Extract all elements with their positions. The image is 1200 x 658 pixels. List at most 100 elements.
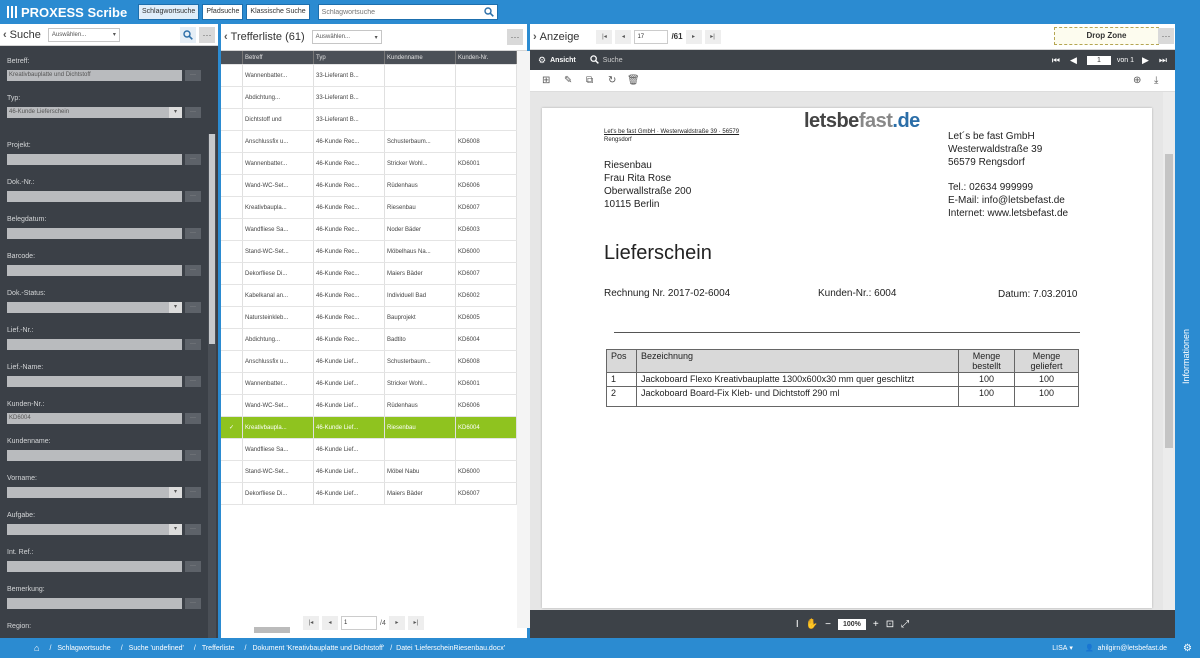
field-options-button[interactable]: ··· — [185, 450, 201, 461]
last-page-icon[interactable]: ⏭ — [1159, 55, 1167, 66]
hit-input[interactable]: 17 — [634, 29, 669, 44]
table-row[interactable]: Kreativbaupla... 46-Kunde Rec... Riesenbau… — [221, 197, 517, 219]
annotation-icon[interactable]: ✎ — [564, 75, 572, 86]
hand-icon[interactable]: ✋ — [806, 619, 818, 630]
delete-icon[interactable]: 🗑 — [627, 75, 640, 86]
search-more-button[interactable]: ··· — [199, 26, 215, 43]
result-hscrollbar-thumb[interactable] — [254, 627, 290, 633]
field-options-button[interactable]: ··· — [185, 524, 201, 535]
left-scrollbar[interactable] — [208, 134, 216, 638]
chevron-down-icon[interactable]: ▾ — [169, 107, 182, 118]
zoom-in-icon[interactable]: + — [873, 619, 879, 630]
field-options-button[interactable]: ··· — [185, 191, 201, 202]
table-row[interactable]: Anschlussfix u... 46-Kunde Rec... Schuster… — [221, 131, 517, 153]
prev-hit-button[interactable]: ◂ — [615, 29, 632, 44]
breadcrumb-item[interactable]: Suche 'undefined' — [129, 645, 184, 652]
info-sidebar-label[interactable]: Informationen — [1181, 329, 1191, 384]
language-selector[interactable]: LISA — [1052, 645, 1067, 652]
prev-page-button[interactable]: ◂ — [322, 616, 338, 630]
search-field-input[interactable] — [7, 265, 182, 276]
table-row[interactable]: Dekorfliese Di... 46-Kunde Lief... Maiers … — [221, 483, 517, 505]
tab-klassische-suche[interactable]: Klassische Suche — [246, 4, 310, 20]
search-field-input[interactable]: KD6004 — [7, 413, 182, 424]
field-options-button[interactable]: ··· — [185, 70, 201, 81]
chevron-down-icon[interactable]: ▾ — [169, 524, 182, 535]
first-hit-button[interactable]: |◂ — [596, 29, 613, 44]
breadcrumb-item[interactable]: Schlagwortsuche — [57, 645, 110, 652]
fit-page-icon[interactable]: ⊡ — [886, 619, 894, 630]
table-row[interactable]: Wannenbatter... 46-Kunde Lief... Stricker … — [221, 373, 517, 395]
search-field-input[interactable] — [7, 561, 182, 572]
search-field-input[interactable] — [7, 598, 182, 609]
layout-icon[interactable]: ⧉ — [586, 75, 593, 86]
table-row[interactable]: Wannenbatter... 46-Kunde Rec... Stricker W… — [221, 153, 517, 175]
download-icon[interactable]: ⤓ — [1154, 75, 1158, 86]
collapse-left-icon[interactable]: ‹ — [3, 29, 7, 41]
page-input[interactable]: 1 — [341, 616, 377, 630]
page-number-input[interactable]: 1 — [1086, 55, 1111, 65]
search-field-input[interactable] — [7, 524, 169, 535]
zoom-out-icon[interactable]: − — [825, 619, 831, 630]
next-page-icon[interactable]: ▶ — [1142, 55, 1149, 66]
table-row[interactable]: Natursteinkleb... 46-Kunde Rec... Bauproje… — [221, 307, 517, 329]
search-field-input[interactable] — [7, 487, 169, 498]
field-options-button[interactable]: ··· — [185, 339, 201, 350]
viewer-more-button[interactable]: ··· — [1158, 28, 1174, 44]
table-row[interactable]: Abdichtung... 46-Kunde Rec... Badtito KD600… — [221, 329, 517, 351]
expand-viewer-icon[interactable]: › — [533, 31, 537, 43]
search-icon[interactable] — [481, 5, 497, 19]
table-row[interactable]: Wannenbatter... 33-Lieferant B... — [221, 65, 517, 87]
top-search-input[interactable] — [318, 5, 481, 19]
search-button[interactable] — [180, 26, 196, 43]
text-cursor-icon[interactable]: I — [796, 619, 799, 630]
breadcrumb-item[interactable]: Dokument 'Kreativbauplatte und Dichtstof… — [252, 645, 384, 652]
next-hit-button[interactable]: ▸ — [685, 29, 702, 44]
search-field-input[interactable]: Kreativbauplatte und Dichtstoff — [7, 70, 182, 81]
first-page-button[interactable]: |◂ — [303, 616, 319, 630]
last-hit-button[interactable]: ▸| — [704, 29, 721, 44]
field-options-button[interactable]: ··· — [185, 487, 201, 498]
info-sidebar[interactable]: Informationen — [1175, 24, 1200, 638]
table-row[interactable]: Wandfliese Sa... 46-Kunde Rec... Noder Bäd… — [221, 219, 517, 241]
drop-zone[interactable]: Drop Zone — [1054, 27, 1159, 45]
user-menu[interactable]: ahilgirn@letsbefast.de — [1098, 645, 1167, 652]
collapse-middle-icon[interactable]: ‹ — [224, 31, 228, 43]
home-icon[interactable]: ⌂ — [34, 643, 39, 653]
zoom-level[interactable]: 100% — [837, 618, 866, 630]
result-more-button[interactable]: ··· — [507, 29, 523, 45]
rotate-icon[interactable]: ↻ — [608, 75, 616, 86]
table-row[interactable]: Dekorfliese Di... 46-Kunde Rec... Maiers B… — [221, 263, 517, 285]
field-options-button[interactable]: ··· — [185, 154, 201, 165]
field-options-button[interactable]: ··· — [185, 107, 201, 118]
search-field-input[interactable] — [7, 154, 182, 165]
prev-page-icon[interactable]: ◀ — [1070, 55, 1077, 66]
table-row[interactable]: ✓ Kreativbaupla... 46-Kunde Lief... Riesenb… — [221, 417, 517, 439]
tab-schlagwortsuche[interactable]: Schlagwortsuche — [138, 4, 200, 20]
search-field-input[interactable] — [7, 191, 182, 202]
field-options-button[interactable]: ··· — [185, 302, 201, 313]
search-field-input[interactable]: 46-Kunde Lieferschein — [7, 107, 169, 118]
document-search[interactable]: Suche — [603, 57, 623, 64]
result-scrollbar[interactable] — [517, 51, 530, 628]
chevron-down-icon[interactable]: ▾ — [169, 487, 182, 498]
column-header[interactable]: Typ — [314, 51, 385, 64]
thumbnails-icon[interactable]: ⊞ — [542, 75, 550, 86]
breadcrumb-item[interactable]: Datei 'LieferscheinRiesenbau.docx' — [396, 645, 505, 652]
search-preset-dropdown[interactable]: Auswählen... ▾ — [47, 27, 120, 42]
table-row[interactable]: Wandfliese Sa... 46-Kunde Lief... — [221, 439, 517, 461]
table-row[interactable]: Stand-WC-Set... 46-Kunde Rec... Möbelhaus … — [221, 241, 517, 263]
view-menu[interactable]: Ansicht — [550, 57, 576, 64]
table-row[interactable]: Stand-WC-Set... 46-Kunde Lief... Möbel Nab… — [221, 461, 517, 483]
field-options-button[interactable]: ··· — [185, 598, 201, 609]
column-header[interactable]: Kunden-Nr. — [456, 51, 517, 64]
first-page-icon[interactable]: ⏮ — [1052, 55, 1060, 66]
globe-icon[interactable]: ⊕ — [1133, 75, 1141, 86]
table-row[interactable]: Wand-WC-Set... 46-Kunde Lief... Rüdenhaus K… — [221, 395, 517, 417]
search-field-input[interactable] — [7, 376, 182, 387]
viewer-scrollbar[interactable] — [1163, 92, 1175, 610]
search-field-input[interactable] — [7, 228, 182, 239]
search-field-input[interactable] — [7, 450, 182, 461]
column-header[interactable]: Betreff — [243, 51, 314, 64]
column-header[interactable]: Kundenname — [385, 51, 456, 64]
tab-pfadsuche[interactable]: Pfadsuche — [202, 4, 244, 20]
